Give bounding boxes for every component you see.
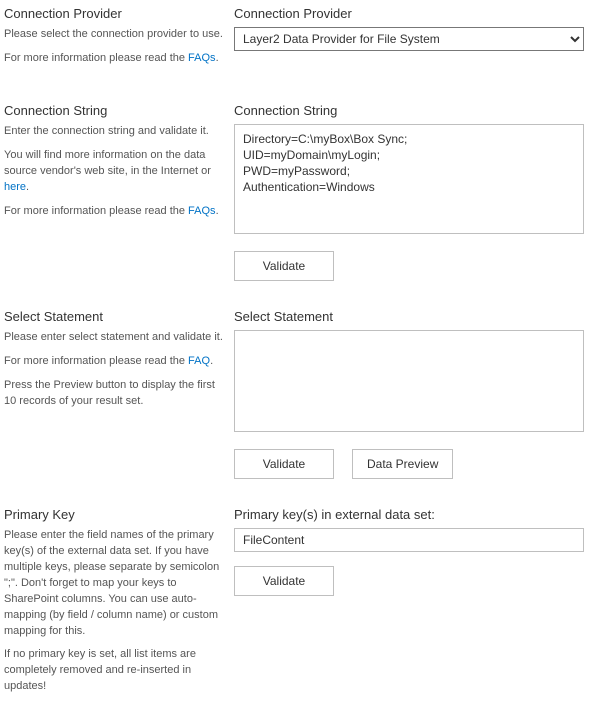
provider-faq-post: .	[216, 52, 219, 64]
cs-vendor-post: .	[26, 181, 29, 193]
sel-preview-help: Press the Preview button to display the …	[4, 378, 224, 410]
cs-vendor-pre: You will find more information on the da…	[4, 149, 211, 177]
sel-faq-post: .	[210, 355, 213, 367]
pk-right-title: Primary key(s) in external data set:	[234, 507, 596, 522]
sel-faq-pre: For more information please read the	[4, 355, 188, 367]
cs-vendor-help: You will find more information on the da…	[4, 148, 224, 196]
cs-faq-link[interactable]: FAQs	[188, 205, 216, 217]
provider-faq-line: For more information please read the FAQ…	[4, 51, 224, 67]
connection-string-input[interactable]	[234, 124, 584, 234]
cs-title: Connection String	[4, 103, 224, 118]
primary-key-input[interactable]	[234, 528, 584, 552]
sel-right-title: Select Statement	[234, 309, 596, 324]
provider-faq-pre: For more information please read the	[4, 52, 188, 64]
provider-right-title: Connection Provider	[234, 6, 596, 21]
pk-title: Primary Key	[4, 507, 224, 522]
provider-select[interactable]: Layer2 Data Provider for File System	[234, 27, 584, 51]
cs-help: Enter the connection string and validate…	[4, 124, 224, 140]
cs-validate-button[interactable]: Validate	[234, 251, 334, 281]
sel-help: Please enter select statement and valida…	[4, 330, 224, 346]
sel-validate-button[interactable]: Validate	[234, 449, 334, 479]
data-preview-button[interactable]: Data Preview	[352, 449, 453, 479]
provider-faq-link[interactable]: FAQs	[188, 52, 216, 64]
sel-faq-link[interactable]: FAQ	[188, 355, 210, 367]
select-statement-input[interactable]	[234, 330, 584, 432]
cs-vendor-link[interactable]: here	[4, 181, 26, 193]
pk-help2: If no primary key is set, all list items…	[4, 647, 224, 695]
provider-help: Please select the connection provider to…	[4, 27, 224, 43]
sel-title: Select Statement	[4, 309, 224, 324]
pk-validate-button[interactable]: Validate	[234, 566, 334, 596]
provider-title: Connection Provider	[4, 6, 224, 21]
cs-faq-post: .	[216, 205, 219, 217]
cs-faq-line: For more information please read the FAQ…	[4, 204, 224, 220]
cs-faq-pre: For more information please read the	[4, 205, 188, 217]
cs-right-title: Connection String	[234, 103, 596, 118]
sel-faq-line: For more information please read the FAQ…	[4, 354, 224, 370]
